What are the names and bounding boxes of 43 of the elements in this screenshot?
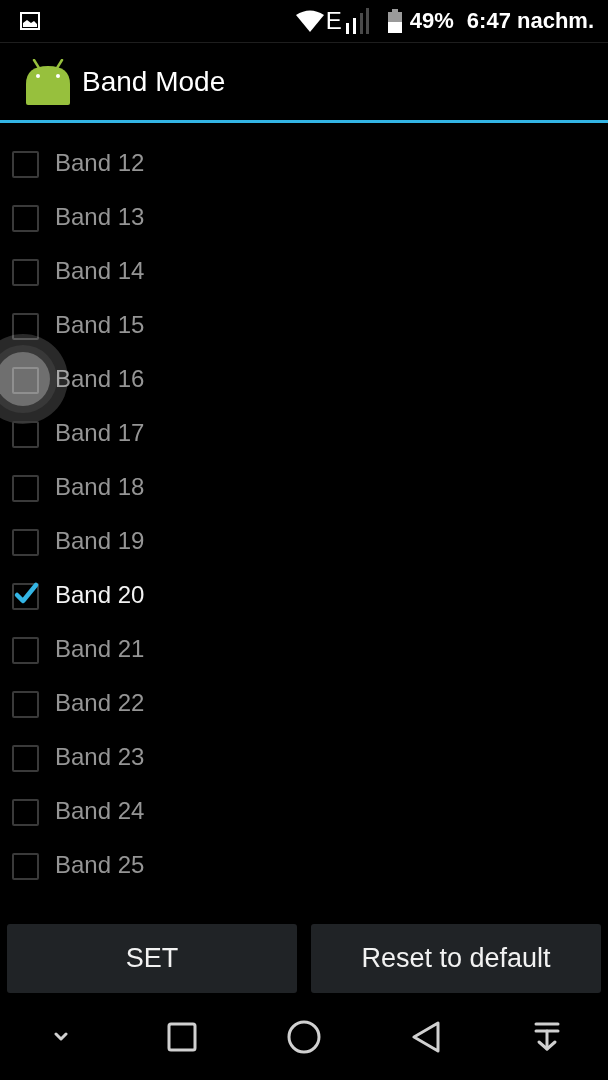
app-title: Band Mode: [82, 67, 226, 96]
checkbox[interactable]: [12, 418, 42, 448]
home-circle-icon[interactable]: [287, 1019, 321, 1054]
signal-bars-icon: [344, 8, 369, 34]
band-label[interactable]: Band 24: [55, 799, 145, 823]
checkbox[interactable]: [12, 310, 42, 340]
recents-square-icon[interactable]: [167, 1021, 198, 1052]
back-triangle-icon[interactable]: [410, 1020, 441, 1053]
clock-text: 6:47 nachm.: [466, 10, 594, 32]
band-label[interactable]: Band 15: [55, 313, 145, 337]
battery-percent-text: 49%: [409, 10, 454, 32]
band-label[interactable]: Band 17: [55, 421, 145, 445]
wifi-icon: [295, 10, 324, 32]
checkbox[interactable]: [12, 148, 42, 178]
checkbox[interactable]: [12, 472, 42, 502]
band-label[interactable]: Band 21: [55, 637, 145, 661]
band-label[interactable]: Band 25: [55, 853, 145, 877]
checkbox[interactable]: [12, 526, 42, 556]
band-label[interactable]: Band 18: [55, 475, 145, 499]
checkbox[interactable]: [12, 364, 42, 394]
checkbox[interactable]: [12, 688, 42, 718]
band-label[interactable]: Band 20: [55, 583, 145, 607]
network-type-text: E: [325, 9, 342, 33]
checkbox[interactable]: [12, 580, 42, 610]
band-label[interactable]: Band 13: [55, 205, 145, 229]
chevron-down-icon[interactable]: [53, 1032, 68, 1041]
checkbox[interactable]: [12, 796, 42, 826]
checkbox[interactable]: [12, 634, 42, 664]
battery-icon: [387, 9, 402, 33]
checkbox[interactable]: [12, 850, 42, 880]
band-label[interactable]: Band 14: [55, 259, 145, 283]
android-robot-icon: [26, 58, 70, 105]
band-label[interactable]: Band 22: [55, 691, 145, 715]
band-label[interactable]: Band 12: [55, 151, 145, 175]
band-label[interactable]: Band 16: [55, 367, 145, 391]
image-notification-icon: [20, 12, 40, 30]
band-label[interactable]: Band 19: [55, 529, 145, 553]
action-button[interactable]: SET: [7, 924, 297, 993]
checkbox[interactable]: [12, 742, 42, 772]
checkbox[interactable]: [12, 256, 42, 286]
checkbox[interactable]: [12, 202, 42, 232]
band-label[interactable]: Band 23: [55, 745, 145, 769]
action-button[interactable]: Reset to default: [311, 924, 601, 993]
